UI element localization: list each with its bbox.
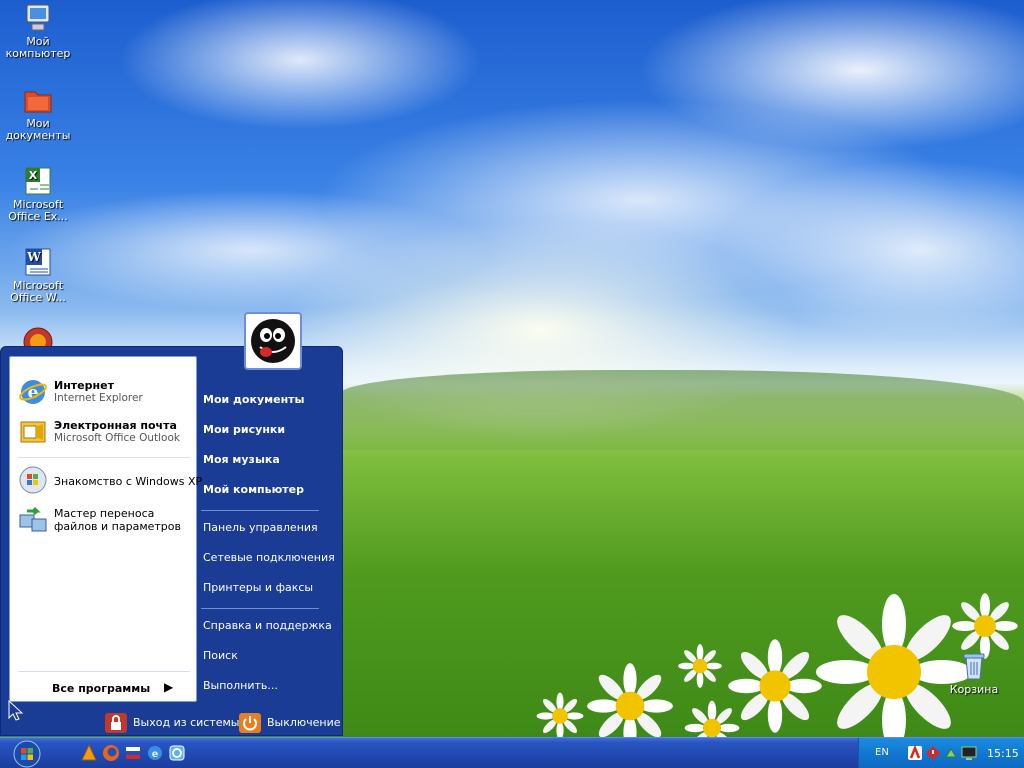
taskbar: e EN 15:15 bbox=[0, 737, 1024, 768]
place-my-documents[interactable]: Мои документы bbox=[203, 393, 333, 413]
shutdown-button[interactable]: Выключение bbox=[239, 712, 341, 734]
recent-title: Знакомство с Windows XP bbox=[54, 475, 203, 488]
mouse-cursor-icon bbox=[8, 700, 24, 721]
recent-title: Мастер переноса файлов и параметров bbox=[54, 507, 182, 533]
desktop-icon-word[interactable]: W Microsoft Office W... bbox=[0, 246, 76, 304]
svg-text:X: X bbox=[29, 169, 38, 182]
menu-separator bbox=[18, 457, 190, 458]
place-my-computer[interactable]: Мой компьютер bbox=[203, 483, 333, 503]
pinned-internet[interactable]: e Интернет Internet Explorer bbox=[16, 375, 192, 411]
menu-separator bbox=[201, 510, 319, 511]
network-warning-icon[interactable] bbox=[925, 745, 941, 761]
start-button[interactable] bbox=[6, 739, 48, 768]
pinned-title: Электронная почта bbox=[54, 419, 177, 432]
excel-icon: X bbox=[22, 165, 54, 197]
settings-network-connections[interactable]: Сетевые подключения bbox=[203, 551, 335, 571]
all-programs-label: Все программы bbox=[52, 682, 151, 695]
language-indicator[interactable]: EN bbox=[875, 747, 889, 758]
all-programs-button[interactable]: Все программы ▶ bbox=[16, 679, 192, 699]
power-icon bbox=[239, 713, 261, 733]
place-my-pictures[interactable]: Мои рисунки bbox=[203, 423, 333, 443]
firefox-icon[interactable] bbox=[102, 744, 120, 762]
menu-separator bbox=[18, 671, 190, 672]
place-my-music[interactable]: Моя музыка bbox=[203, 453, 333, 473]
word-icon: W bbox=[22, 246, 54, 278]
folder-icon bbox=[22, 84, 54, 116]
monitor-icon[interactable] bbox=[961, 745, 977, 761]
shutdown-label: Выключение bbox=[267, 716, 341, 729]
lock-icon bbox=[105, 713, 127, 733]
browser-icon[interactable] bbox=[168, 744, 186, 762]
recent-transfer-wizard[interactable]: Мастер переноса файлов и параметров bbox=[16, 503, 192, 539]
windows-logo-icon bbox=[13, 740, 41, 768]
pinned-subtitle: Internet Explorer bbox=[54, 392, 143, 404]
user-avatar[interactable] bbox=[244, 312, 302, 370]
connection-icon[interactable] bbox=[943, 745, 959, 761]
recycle-bin-icon bbox=[958, 650, 990, 682]
svg-text:e: e bbox=[152, 749, 158, 760]
settings-control-panel[interactable]: Панель управления bbox=[203, 521, 333, 541]
pinned-subtitle: Microsoft Office Outlook bbox=[54, 432, 180, 444]
computer-icon bbox=[22, 2, 54, 34]
internet-explorer-icon[interactable]: e bbox=[146, 744, 164, 762]
flag-icon[interactable] bbox=[124, 744, 142, 762]
desktop-icon-label: Мои документы bbox=[5, 117, 71, 142]
pinned-title: Интернет bbox=[54, 379, 114, 392]
recent-windows-tour[interactable]: Знакомство с Windows XP bbox=[16, 463, 202, 499]
start-menu: e Интернет Internet Explorer Электронная… bbox=[0, 346, 343, 736]
tool-run[interactable]: Выполнить... bbox=[203, 679, 333, 699]
tool-search[interactable]: Поиск bbox=[203, 649, 333, 669]
desktop-icon-recycle-bin[interactable]: Корзина bbox=[936, 650, 1012, 696]
desktop-icon-label: Microsoft Office W... bbox=[10, 279, 66, 304]
outlook-icon bbox=[18, 417, 48, 447]
tool-help-support[interactable]: Справка и поддержка bbox=[203, 619, 333, 639]
start-menu-places-panel: Мои документы Мои рисунки Моя музыка Мой… bbox=[199, 377, 339, 707]
antivirus-icon[interactable] bbox=[907, 744, 923, 761]
logoff-button[interactable]: Выход из системы bbox=[105, 712, 239, 734]
desktop-icon-my-computer[interactable]: Мой компьютер bbox=[0, 2, 76, 60]
settings-printers-faxes[interactable]: Принтеры и факсы bbox=[203, 581, 333, 601]
desktop-icon-my-documents[interactable]: Мои документы bbox=[0, 84, 76, 142]
desktop-icon-label: Microsoft Office Ex... bbox=[8, 198, 68, 223]
smiley-face-icon bbox=[251, 319, 295, 363]
desktop-icon-excel[interactable]: X Microsoft Office Ex... bbox=[0, 165, 76, 223]
start-menu-programs-panel: e Интернет Internet Explorer Электронная… bbox=[9, 356, 202, 702]
quick-launch-bar: e bbox=[74, 743, 194, 764]
internet-explorer-icon: e bbox=[18, 377, 48, 407]
clock[interactable]: 15:15 bbox=[987, 747, 1019, 760]
transfer-wizard-icon bbox=[18, 505, 48, 535]
vlc-icon[interactable] bbox=[80, 743, 98, 762]
pinned-email[interactable]: Электронная почта Microsoft Office Outlo… bbox=[16, 415, 192, 451]
desktop-icon-label: Мой компьютер bbox=[5, 35, 71, 60]
logoff-label: Выход из системы bbox=[133, 716, 240, 729]
windows-tour-icon bbox=[18, 465, 48, 495]
chevron-right-icon: ▶ bbox=[164, 680, 174, 694]
desktop-icon-label: Корзина bbox=[949, 683, 999, 696]
menu-separator bbox=[201, 608, 319, 609]
desktop-icon-partial[interactable] bbox=[22, 326, 54, 357]
start-menu-footer: Выход из системы Выключение bbox=[1, 709, 344, 737]
svg-text:W: W bbox=[26, 250, 41, 264]
system-tray: EN 15:15 bbox=[858, 738, 1024, 768]
